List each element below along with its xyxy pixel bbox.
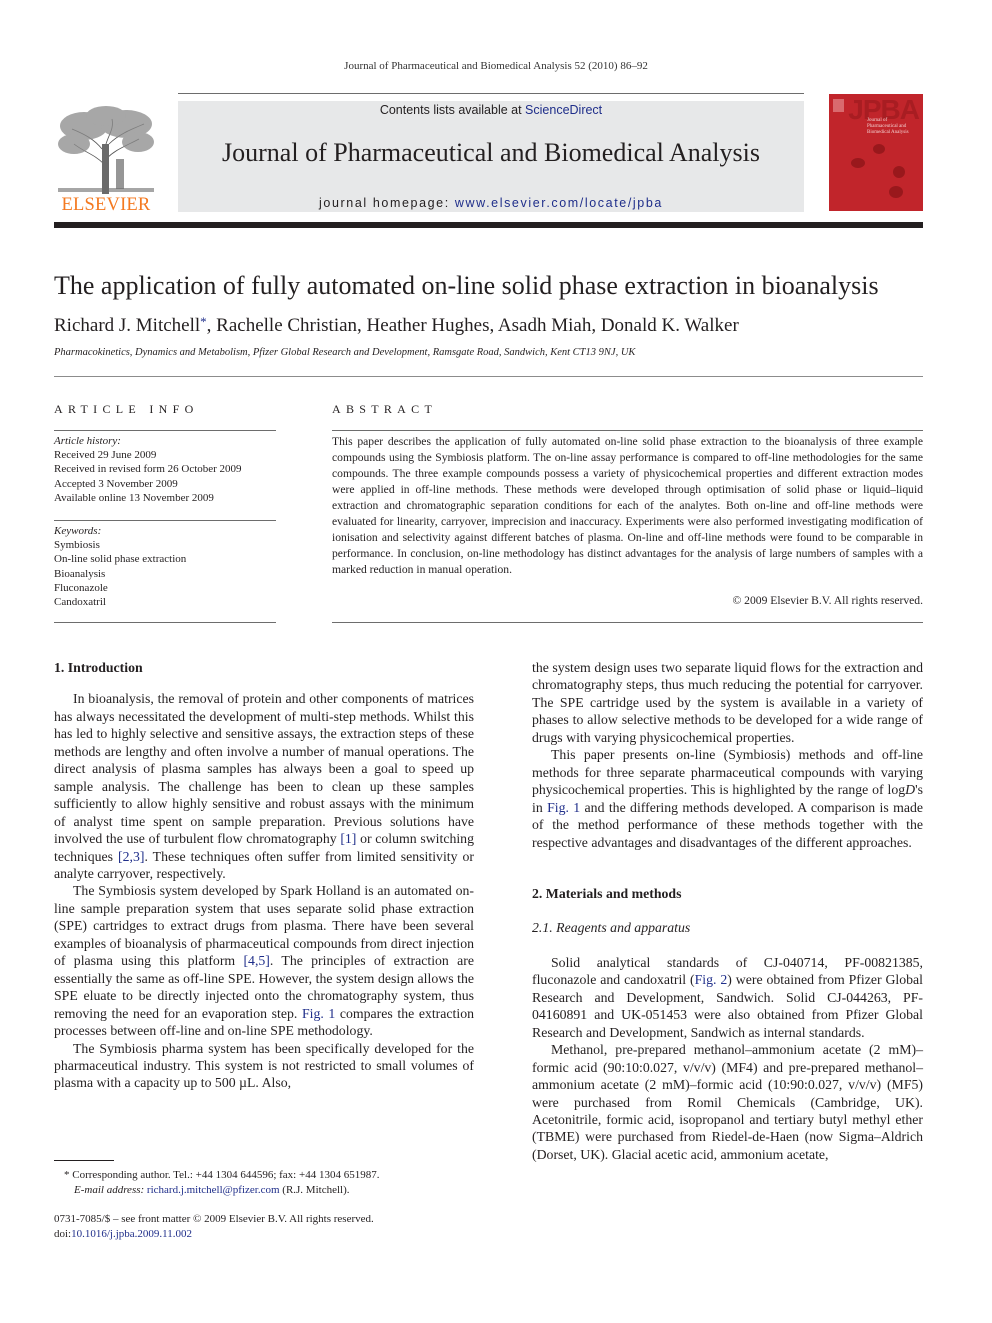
corresponding-author-footnote: * Corresponding author. Tel.: +44 1304 6… bbox=[64, 1168, 484, 1197]
citation-link[interactable]: [4,5] bbox=[243, 953, 269, 968]
running-head: Journal of Pharmaceutical and Biomedical… bbox=[344, 60, 648, 72]
footnote-line: * Corresponding author. Tel.: +44 1304 6… bbox=[64, 1168, 484, 1183]
divider bbox=[54, 622, 276, 623]
sciencedirect-link[interactable]: ScienceDirect bbox=[525, 103, 602, 117]
author-email-link[interactable]: richard.j.mitchell@pfizer.com bbox=[147, 1184, 280, 1196]
affiliation: Pharmacokinetics, Dynamics and Metabolis… bbox=[54, 347, 636, 358]
history-received: Received 29 June 2009 bbox=[54, 449, 157, 462]
article-title: The application of fully automated on-li… bbox=[54, 271, 879, 300]
keywords: Keywords: Symbiosis On-line solid phase … bbox=[54, 524, 276, 609]
divider bbox=[54, 376, 923, 377]
cover-image-blob bbox=[889, 186, 903, 198]
footnote-text: Corresponding author. Tel.: +44 1304 644… bbox=[69, 1169, 380, 1181]
paragraph: This paper presents on-line (Symbiosis) … bbox=[532, 746, 923, 851]
abstract-copyright: © 2009 Elsevier B.V. All rights reserved… bbox=[732, 594, 923, 607]
email-label: E-mail address: bbox=[74, 1183, 145, 1196]
italic-variable: D bbox=[905, 782, 916, 798]
figure-link[interactable]: Fig. 1 bbox=[302, 1006, 335, 1021]
keyword-item: On-line solid phase extraction bbox=[54, 553, 187, 566]
keywords-label: Keywords: bbox=[54, 525, 102, 537]
homepage-prefix: journal homepage: bbox=[319, 196, 455, 210]
journal-cover-thumbnail[interactable]: JPBA Journal of Pharmaceutical and Biome… bbox=[829, 94, 923, 211]
footnote-email-line: E-mail address: richard.j.mitchell@pfize… bbox=[64, 1183, 484, 1198]
author-others: , Rachelle Christian, Heather Hughes, As… bbox=[206, 315, 739, 336]
issn-line: 0731-7085/$ – see front matter © 2009 El… bbox=[54, 1213, 374, 1225]
doi-prefix: doi: bbox=[54, 1227, 72, 1240]
masthead-bottom-rule bbox=[54, 222, 923, 228]
article-history-label: Article history: bbox=[54, 435, 121, 447]
paragraph: The Symbiosis pharma system has been spe… bbox=[54, 1040, 474, 1091]
paragraph-text: In bioanalysis, the removal of protein a… bbox=[54, 691, 474, 847]
divider bbox=[332, 430, 923, 431]
cover-image-blob bbox=[851, 158, 865, 168]
subsection-heading-reagents: 2.1. Reagents and apparatus bbox=[532, 920, 691, 936]
front-matter: 0731-7085/$ – see front matter © 2009 El… bbox=[54, 1212, 474, 1241]
journal-title: Journal of Pharmaceutical and Biomedical… bbox=[222, 138, 760, 167]
paragraph: the system design uses two separate liqu… bbox=[532, 660, 923, 745]
paragraph: In bioanalysis, the removal of protein a… bbox=[54, 690, 474, 882]
history-revised: Received in revised form 26 October 2009 bbox=[54, 463, 242, 476]
abstract-heading: ABSTRACT bbox=[332, 402, 438, 416]
divider bbox=[54, 520, 276, 521]
cover-image-blob bbox=[893, 166, 905, 178]
author-list: Richard J. Mitchell*, Rachelle Christian… bbox=[54, 314, 739, 337]
paragraph-text: and the differing methods developed. A c… bbox=[532, 799, 923, 850]
article-history: Article history: Received 29 June 2009 R… bbox=[54, 434, 276, 505]
figure-link[interactable]: Fig. 1 bbox=[547, 800, 580, 815]
abstract-text: This paper describes the application of … bbox=[332, 435, 923, 576]
section-heading-materials: 2. Materials and methods bbox=[532, 885, 682, 901]
cover-subtitle: Journal of Pharmaceutical and Biomedical… bbox=[867, 118, 909, 135]
divider bbox=[54, 430, 276, 431]
figure-link[interactable]: Fig. 2 bbox=[695, 972, 728, 987]
paragraph: Solid analytical standards of CJ-040714,… bbox=[532, 954, 923, 1041]
body-right-column: the system design uses two separate liqu… bbox=[532, 659, 923, 1163]
keyword-item: Symbiosis bbox=[54, 539, 100, 552]
citation-link[interactable]: [2,3] bbox=[118, 849, 144, 864]
divider bbox=[332, 622, 923, 623]
homepage-line: journal homepage: www.elsevier.com/locat… bbox=[178, 196, 804, 210]
masthead-top-rule bbox=[178, 93, 804, 94]
cover-logo-icon bbox=[833, 99, 844, 112]
paragraph: The Symbiosis system developed by Spark … bbox=[54, 882, 474, 1039]
footnote-rule bbox=[54, 1160, 114, 1161]
elsevier-wordmark: ELSEVIER bbox=[61, 195, 151, 215]
contents-line: Contents lists available at ScienceDirec… bbox=[178, 103, 804, 117]
keyword-item: Bioanalysis bbox=[54, 567, 106, 580]
paragraph-text: This paper presents on-line (Symbiosis) … bbox=[532, 747, 923, 798]
contents-prefix: Contents lists available at bbox=[379, 103, 526, 117]
email-suffix: (R.J. Mitchell). bbox=[279, 1183, 350, 1196]
section-heading-introduction: 1. Introduction bbox=[54, 660, 143, 675]
doi-link[interactable]: 10.1016/j.jpba.2009.11.002 bbox=[71, 1228, 192, 1240]
doi-line: doi:10.1016/j.jpba.2009.11.002 bbox=[54, 1227, 474, 1242]
body-left-column: 1. Introduction In bioanalysis, the remo… bbox=[54, 659, 474, 1092]
paragraph: Methanol, pre-prepared methanol–ammonium… bbox=[532, 1042, 923, 1162]
author-corresponding: Richard J. Mitchell bbox=[54, 315, 201, 336]
history-accepted: Accepted 3 November 2009 bbox=[54, 477, 178, 490]
journal-homepage-link[interactable]: www.elsevier.com/locate/jpba bbox=[455, 196, 663, 210]
article-info-heading: ARTICLE INFO bbox=[54, 402, 199, 416]
history-online: Available online 13 November 2009 bbox=[54, 491, 214, 504]
citation-link[interactable]: [1] bbox=[340, 831, 356, 846]
cover-image-blob bbox=[873, 144, 885, 154]
keyword-item: Candoxatril bbox=[54, 596, 106, 609]
keyword-item: Fluconazole bbox=[54, 581, 108, 594]
